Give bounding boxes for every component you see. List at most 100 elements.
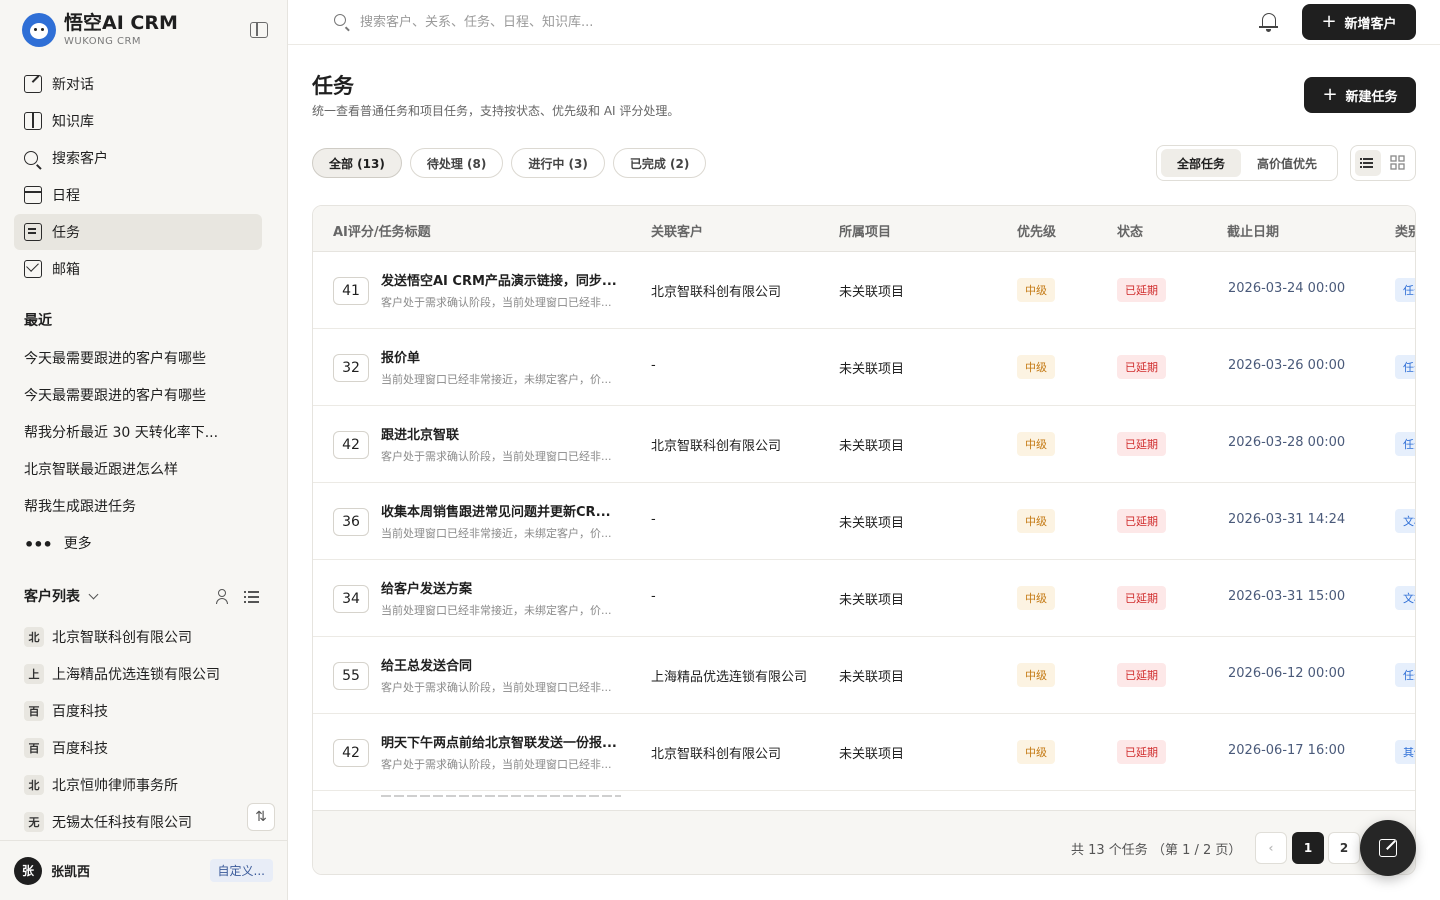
more-label: 更多	[63, 536, 92, 552]
add-customer-button[interactable]: + 新增客户	[1302, 4, 1416, 40]
recent-item[interactable]: 北京智联最近跟进怎么样	[24, 452, 264, 489]
due-date: 2026-03-31 15:00	[1228, 589, 1346, 604]
nav-item-new-chat[interactable]: 新对话	[14, 66, 262, 102]
add-customer-label: 新增客户	[1344, 16, 1397, 32]
list-view-icon[interactable]	[1355, 150, 1381, 176]
task-title[interactable]: 明天下午两点前给北京智联发送一份报...	[381, 732, 633, 751]
col-priority[interactable]: 优先级	[1017, 221, 1056, 240]
task-title[interactable]: 跟进北京智联	[381, 424, 633, 443]
recent-item[interactable]: 今天最需要跟进的客户有哪些	[24, 341, 264, 378]
customer-item[interactable]: 北北京智联科创有限公司	[24, 618, 264, 655]
segment-all-tasks[interactable]: 全部任务	[1161, 149, 1242, 177]
edit-icon	[24, 75, 42, 93]
filter-tab-pending[interactable]: 待处理 (8)	[409, 148, 504, 178]
customer-item[interactable]: 北北京恒帅律师事务所	[24, 766, 264, 803]
brand: 悟空AI CRM WUKONG CRM	[22, 12, 178, 47]
chevron-down-icon[interactable]	[88, 589, 99, 599]
related-project: 未关联项目	[839, 362, 905, 377]
col-project[interactable]: 所属项目	[839, 221, 891, 240]
recent-item[interactable]: 帮我分析最近 30 天转化率下...	[24, 415, 264, 452]
swap-sort-icon[interactable]: ⇅	[247, 803, 275, 831]
customer-item[interactable]: 百百度科技	[24, 692, 264, 729]
nav-item-search-customer[interactable]: 搜索客户	[14, 140, 262, 176]
nav-label: 任务	[52, 225, 80, 241]
table-row[interactable]: 42 跟进北京智联 客户处于需求确认阶段，当前处理窗口已经非... 北京智联科创有限公…	[313, 406, 1415, 483]
col-customer[interactable]: 关联客户	[651, 221, 703, 240]
customer-badge: 北	[24, 626, 44, 647]
customer-name: 百度科技	[52, 740, 108, 757]
table-row[interactable]: 55 给王总发送合同 客户处于需求确认阶段，当前处理窗口已经非... 上海精品优选连锁…	[313, 637, 1415, 714]
table-row[interactable]: 36 收集本周销售跟进常见问题并更新CR... 当前处理窗口已经非常接近，未绑定客户…	[313, 483, 1415, 560]
due-date: 2026-06-12 00:00	[1228, 666, 1346, 681]
user-bar[interactable]: 张 张凯西 自定义...	[0, 840, 287, 900]
due-date: 2026-03-24 00:00	[1228, 281, 1346, 296]
bell-icon[interactable]	[1259, 13, 1278, 32]
customer-item[interactable]: 百百度科技	[24, 729, 264, 766]
priority-badge: 中级	[1017, 432, 1055, 456]
segment-high-value[interactable]: 高价值优先	[1241, 149, 1333, 177]
nav-item-knowledge[interactable]: 知识库	[14, 103, 262, 139]
recent-item[interactable]: 今天最需要跟进的客户有哪些	[24, 378, 264, 415]
new-task-label: 新建任务	[1345, 89, 1398, 105]
recent-label: 最近	[24, 313, 52, 329]
monkey-logo-icon	[22, 12, 56, 47]
customer-item[interactable]: 上上海精品优选连锁有限公司	[24, 655, 264, 692]
sidebar: 悟空AI CRM WUKONG CRM 新对话 知识库 搜索客户 日程 任务 邮…	[0, 0, 288, 900]
plus-icon: +	[1322, 83, 1338, 105]
recent-more[interactable]: ••• 更多	[24, 526, 264, 563]
nav-label: 知识库	[52, 114, 94, 130]
filter-tab-all[interactable]: 全部 (13)	[312, 148, 402, 178]
customer-list-header: 客户列表	[24, 584, 260, 608]
nav-label: 搜索客户	[52, 151, 108, 167]
nav-item-calendar[interactable]: 日程	[14, 177, 262, 213]
col-title[interactable]: AI评分/任务标题	[333, 221, 431, 240]
customer-name: 北京智联科创有限公司	[52, 629, 192, 646]
status-badge: 已延期	[1117, 355, 1166, 379]
recent-item[interactable]: 帮我生成跟进任务	[24, 489, 264, 526]
ai-score-badge: 55	[333, 662, 369, 690]
prev-page-button[interactable]: ‹	[1255, 832, 1287, 864]
filter-tab-done[interactable]: 已完成 (2)	[612, 148, 707, 178]
customer-list-title[interactable]: 客户列表	[24, 586, 80, 606]
task-title[interactable]: 发送悟空AI CRM产品演示链接，同步...	[381, 270, 633, 289]
task-title[interactable]: 报价单	[381, 347, 633, 366]
sidebar-toggle-icon[interactable]	[250, 22, 268, 38]
col-category[interactable]: 类别	[1395, 221, 1415, 240]
customer-item[interactable]: 无无锡太任科技有限公司	[24, 803, 264, 840]
page-button-2[interactable]: 2	[1328, 832, 1360, 864]
col-status[interactable]: 状态	[1117, 221, 1143, 240]
nav-item-mail[interactable]: 邮箱	[14, 251, 262, 287]
user-tag[interactable]: 自定义...	[209, 859, 273, 882]
global-search-input[interactable]	[360, 11, 860, 33]
grid-view-icon[interactable]	[1385, 150, 1411, 176]
customer-list: 北北京智联科创有限公司 上上海精品优选连锁有限公司 百百度科技 百百度科技 北北…	[24, 618, 264, 840]
page-button-1[interactable]: 1	[1292, 832, 1324, 864]
status-badge: 已延期	[1117, 432, 1166, 456]
task-title[interactable]: 收集本周销售跟进常见问题并更新CR...	[381, 501, 633, 520]
related-customer: 上海精品优选连锁有限公司	[651, 670, 808, 685]
add-user-icon[interactable]	[216, 589, 232, 604]
col-due[interactable]: 截止日期	[1227, 221, 1279, 240]
list-icon[interactable]	[244, 589, 260, 603]
task-title[interactable]: 给王总发送合同	[381, 655, 633, 674]
new-task-button[interactable]: + 新建任务	[1304, 77, 1416, 113]
table-row[interactable]: 34 给客户发送方案 当前处理窗口已经非常接近，未绑定客户，价... - 未关联项目 中级…	[313, 560, 1415, 637]
task-description: 客户处于需求确认阶段，当前处理窗口已经非...	[381, 296, 612, 309]
table-row[interactable]: 42 明天下午两点前给北京智联发送一份报... 客户处于需求确认阶段，当前处理窗口已…	[313, 714, 1415, 791]
related-project: 未关联项目	[839, 670, 905, 685]
customer-name: 百度科技	[52, 703, 108, 720]
priority-badge: 中级	[1017, 740, 1055, 764]
task-title[interactable]: 给客户发送方案	[381, 578, 633, 597]
nav-item-tasks[interactable]: 任务	[14, 214, 262, 250]
due-date: 2026-06-17 16:00	[1228, 743, 1346, 758]
category-badge: 文档	[1395, 586, 1415, 610]
compose-fab-button[interactable]	[1360, 820, 1416, 876]
filter-tab-in-progress[interactable]: 进行中 (3)	[511, 148, 605, 178]
priority-badge: 中级	[1017, 509, 1055, 533]
table-row[interactable]: 41 发送悟空AI CRM产品演示链接，同步... 客户处于需求确认阶段，当前处理窗…	[313, 252, 1415, 329]
table-row[interactable]: 32 报价单 当前处理窗口已经非常接近，未绑定客户，价... - 未关联项目 中级 已延期 2…	[313, 329, 1415, 406]
category-badge: 任务	[1395, 432, 1415, 456]
status-badge: 已延期	[1117, 740, 1166, 764]
ai-score-badge: 42	[333, 431, 369, 459]
related-project: 未关联项目	[839, 747, 905, 762]
